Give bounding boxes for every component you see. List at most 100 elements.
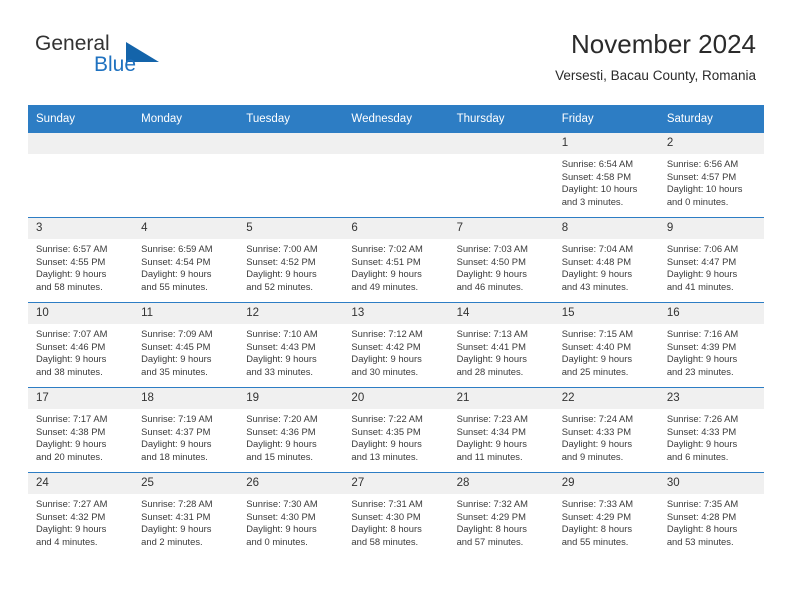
day-cell-inner: 26 Sunrise: 7:30 AM Sunset: 4:30 PM Dayligh… bbox=[238, 473, 344, 557]
day-cell-inner: 2 Sunrise: 6:56 AM Sunset: 4:57 PM Daylight… bbox=[658, 133, 764, 217]
calendar-day-cell[interactable]: 5 Sunrise: 7:00 AM Sunset: 4:52 PM Daylight… bbox=[238, 217, 344, 303]
sunset-time: Sunset: 4:45 PM bbox=[141, 340, 211, 352]
daylight-duration-line2: and 46 minutes. bbox=[456, 280, 524, 292]
calendar-day-cell[interactable]: 7 Sunrise: 7:03 AM Sunset: 4:50 PM Daylight… bbox=[448, 217, 554, 303]
sun-details: Sunrise: 6:57 AM Sunset: 4:55 PM Daylight:… bbox=[28, 239, 133, 293]
sunrise-time: Sunrise: 7:17 AM bbox=[36, 413, 108, 424]
page-title: November 2024 bbox=[571, 29, 756, 59]
sunset-time: Sunset: 4:43 PM bbox=[246, 340, 316, 352]
sunset-time: Sunset: 4:48 PM bbox=[561, 255, 632, 267]
sun-details: Sunrise: 7:20 AM Sunset: 4:36 PM Daylight:… bbox=[238, 409, 343, 463]
sun-details: Sunrise: 7:28 AM Sunset: 4:31 PM Daylight:… bbox=[133, 494, 238, 548]
day-number: 11 bbox=[133, 303, 239, 324]
daylight-duration-line1: Daylight: 8 hours bbox=[561, 523, 633, 535]
sunset-time: Sunset: 4:35 PM bbox=[351, 425, 421, 437]
daylight-duration-line1: Daylight: 9 hours bbox=[141, 353, 212, 365]
day-number: 4 bbox=[133, 218, 239, 239]
calendar-day-cell[interactable]: 8 Sunrise: 7:04 AM Sunset: 4:48 PM Daylight… bbox=[553, 217, 659, 303]
sun-details: Sunrise: 7:13 AM Sunset: 4:41 PM Daylight:… bbox=[449, 324, 554, 378]
daylight-duration-line2: and 0 minutes. bbox=[246, 535, 308, 547]
daylight-duration-line1: Daylight: 9 hours bbox=[36, 353, 107, 365]
calendar-day-cell[interactable]: 26 Sunrise: 7:30 AM Sunset: 4:30 PM Dayligh… bbox=[238, 472, 344, 557]
calendar-grid: Sunday Monday Tuesday Wednesday Thursday… bbox=[28, 105, 764, 557]
daylight-duration-line1: Daylight: 9 hours bbox=[36, 523, 107, 535]
calendar-day-cell[interactable]: 1 Sunrise: 6:54 AM Sunset: 4:58 PM Daylight… bbox=[553, 133, 659, 218]
calendar-day-cell[interactable]: 3 Sunrise: 6:57 AM Sunset: 4:55 PM Daylight… bbox=[28, 217, 134, 303]
calendar-day-cell[interactable]: 24 Sunrise: 7:27 AM Sunset: 4:32 PM Dayligh… bbox=[28, 472, 134, 557]
day-cell-inner bbox=[28, 133, 134, 217]
day-cell-inner: 27 Sunrise: 7:31 AM Sunset: 4:30 PM Dayligh… bbox=[343, 473, 449, 557]
sunrise-time: Sunrise: 7:09 AM bbox=[141, 328, 213, 339]
calendar-day-cell[interactable]: 2 Sunrise: 6:56 AM Sunset: 4:57 PM Daylight… bbox=[658, 133, 764, 218]
calendar-day-cell[interactable]: 17 Sunrise: 7:17 AM Sunset: 4:38 PM Dayligh… bbox=[28, 387, 134, 473]
sunrise-time: Sunrise: 7:07 AM bbox=[36, 328, 108, 339]
day-cell-inner: 6 Sunrise: 7:02 AM Sunset: 4:51 PM Daylight… bbox=[343, 218, 449, 302]
day-number bbox=[238, 133, 344, 154]
day-number: 6 bbox=[343, 218, 449, 239]
daylight-duration-line2: and 52 minutes. bbox=[246, 280, 313, 292]
calendar-day-cell[interactable]: 16 Sunrise: 7:16 AM Sunset: 4:39 PM Dayligh… bbox=[658, 302, 764, 388]
calendar-day-cell[interactable]: 21 Sunrise: 7:23 AM Sunset: 4:34 PM Dayligh… bbox=[448, 387, 554, 473]
sunrise-time: Sunrise: 7:03 AM bbox=[456, 243, 528, 254]
calendar-day-cell[interactable]: 18 Sunrise: 7:19 AM Sunset: 4:37 PM Dayligh… bbox=[133, 387, 239, 473]
daylight-duration-line1: Daylight: 9 hours bbox=[36, 268, 107, 280]
weekday-header-wednesday: Wednesday bbox=[343, 105, 449, 133]
calendar-day-cell[interactable]: 29 Sunrise: 7:33 AM Sunset: 4:29 PM Dayligh… bbox=[553, 472, 659, 557]
calendar-day-cell[interactable]: 11 Sunrise: 7:09 AM Sunset: 4:45 PM Dayligh… bbox=[133, 302, 239, 388]
calendar-header-row: Sunday Monday Tuesday Wednesday Thursday… bbox=[28, 105, 764, 133]
calendar-day-cell[interactable]: 9 Sunrise: 7:06 AM Sunset: 4:47 PM Daylight… bbox=[658, 217, 764, 303]
sunrise-time: Sunrise: 6:57 AM bbox=[36, 243, 108, 254]
calendar-day-cell[interactable]: 4 Sunrise: 6:59 AM Sunset: 4:54 PM Daylight… bbox=[133, 217, 239, 303]
daylight-duration-line1: Daylight: 9 hours bbox=[36, 438, 107, 450]
day-cell-inner: 22 Sunrise: 7:24 AM Sunset: 4:33 PM Dayligh… bbox=[553, 388, 659, 472]
calendar-day-cell[interactable]: 28 Sunrise: 7:32 AM Sunset: 4:29 PM Dayligh… bbox=[448, 472, 554, 557]
sun-details: Sunrise: 7:22 AM Sunset: 4:35 PM Daylight:… bbox=[343, 409, 448, 463]
calendar-week-row: 1 Sunrise: 6:54 AM Sunset: 4:58 PM Daylight… bbox=[28, 133, 764, 218]
calendar-day-cell bbox=[343, 133, 449, 218]
sunrise-time: Sunrise: 7:12 AM bbox=[351, 328, 423, 339]
calendar-day-cell[interactable]: 15 Sunrise: 7:15 AM Sunset: 4:40 PM Dayligh… bbox=[553, 302, 659, 388]
day-cell-inner: 17 Sunrise: 7:17 AM Sunset: 4:38 PM Dayligh… bbox=[28, 388, 134, 472]
day-cell-inner: 10 Sunrise: 7:07 AM Sunset: 4:46 PM Dayligh… bbox=[28, 303, 134, 387]
day-number: 20 bbox=[343, 388, 449, 409]
day-cell-inner: 1 Sunrise: 6:54 AM Sunset: 4:58 PM Daylight… bbox=[553, 133, 659, 217]
sun-details: Sunrise: 7:04 AM Sunset: 4:48 PM Daylight:… bbox=[554, 239, 659, 293]
calendar-day-cell[interactable]: 19 Sunrise: 7:20 AM Sunset: 4:36 PM Dayligh… bbox=[238, 387, 344, 473]
calendar-day-cell bbox=[238, 133, 344, 218]
calendar-day-cell[interactable]: 6 Sunrise: 7:02 AM Sunset: 4:51 PM Daylight… bbox=[343, 217, 449, 303]
calendar-day-cell[interactable]: 25 Sunrise: 7:28 AM Sunset: 4:31 PM Dayligh… bbox=[133, 472, 239, 557]
daylight-duration-line1: Daylight: 9 hours bbox=[666, 353, 738, 365]
daylight-duration-line2: and 55 minutes. bbox=[141, 280, 208, 292]
calendar-day-cell[interactable]: 10 Sunrise: 7:07 AM Sunset: 4:46 PM Dayligh… bbox=[28, 302, 134, 388]
day-cell-inner: 23 Sunrise: 7:26 AM Sunset: 4:33 PM Dayligh… bbox=[658, 388, 764, 472]
sunrise-time: Sunrise: 7:31 AM bbox=[351, 498, 423, 509]
calendar-day-cell[interactable]: 27 Sunrise: 7:31 AM Sunset: 4:30 PM Dayligh… bbox=[343, 472, 449, 557]
sun-details: Sunrise: 7:19 AM Sunset: 4:37 PM Daylight:… bbox=[133, 409, 238, 463]
calendar-page: General Blue November 2024 Versesti, Bac… bbox=[0, 0, 792, 612]
calendar-day-cell[interactable]: 30 Sunrise: 7:35 AM Sunset: 4:28 PM Dayligh… bbox=[658, 472, 764, 557]
daylight-duration-line1: Daylight: 8 hours bbox=[351, 523, 422, 535]
sunrise-time: Sunrise: 7:23 AM bbox=[456, 413, 528, 424]
calendar-day-cell[interactable]: 23 Sunrise: 7:26 AM Sunset: 4:33 PM Dayligh… bbox=[658, 387, 764, 473]
calendar-day-cell[interactable]: 12 Sunrise: 7:10 AM Sunset: 4:43 PM Dayligh… bbox=[238, 302, 344, 388]
sunset-time: Sunset: 4:40 PM bbox=[561, 340, 632, 352]
calendar-week-row: 17 Sunrise: 7:17 AM Sunset: 4:38 PM Dayligh… bbox=[28, 387, 764, 473]
daylight-duration-line2: and 30 minutes. bbox=[351, 365, 419, 377]
calendar-day-cell[interactable]: 14 Sunrise: 7:13 AM Sunset: 4:41 PM Dayligh… bbox=[448, 302, 554, 388]
calendar-day-cell[interactable]: 13 Sunrise: 7:12 AM Sunset: 4:42 PM Dayligh… bbox=[343, 302, 449, 388]
daylight-duration-line1: Daylight: 9 hours bbox=[351, 268, 422, 280]
sunrise-time: Sunrise: 6:56 AM bbox=[666, 158, 739, 169]
sunrise-time: Sunrise: 7:26 AM bbox=[666, 413, 739, 424]
daylight-duration-line2: and 41 minutes. bbox=[666, 280, 734, 292]
day-number: 25 bbox=[133, 473, 239, 494]
daylight-duration-line1: Daylight: 9 hours bbox=[456, 438, 527, 450]
daylight-duration-line1: Daylight: 9 hours bbox=[456, 353, 527, 365]
sunrise-time: Sunrise: 7:33 AM bbox=[561, 498, 634, 509]
calendar-day-cell[interactable]: 22 Sunrise: 7:24 AM Sunset: 4:33 PM Dayligh… bbox=[553, 387, 659, 473]
day-number: 9 bbox=[658, 218, 764, 239]
sunset-time: Sunset: 4:47 PM bbox=[666, 255, 737, 267]
daylight-duration-line2: and 9 minutes. bbox=[561, 450, 624, 462]
day-cell-inner: 8 Sunrise: 7:04 AM Sunset: 4:48 PM Daylight… bbox=[553, 218, 659, 302]
day-cell-inner: 16 Sunrise: 7:16 AM Sunset: 4:39 PM Dayligh… bbox=[658, 303, 764, 387]
calendar-day-cell[interactable]: 20 Sunrise: 7:22 AM Sunset: 4:35 PM Dayligh… bbox=[343, 387, 449, 473]
